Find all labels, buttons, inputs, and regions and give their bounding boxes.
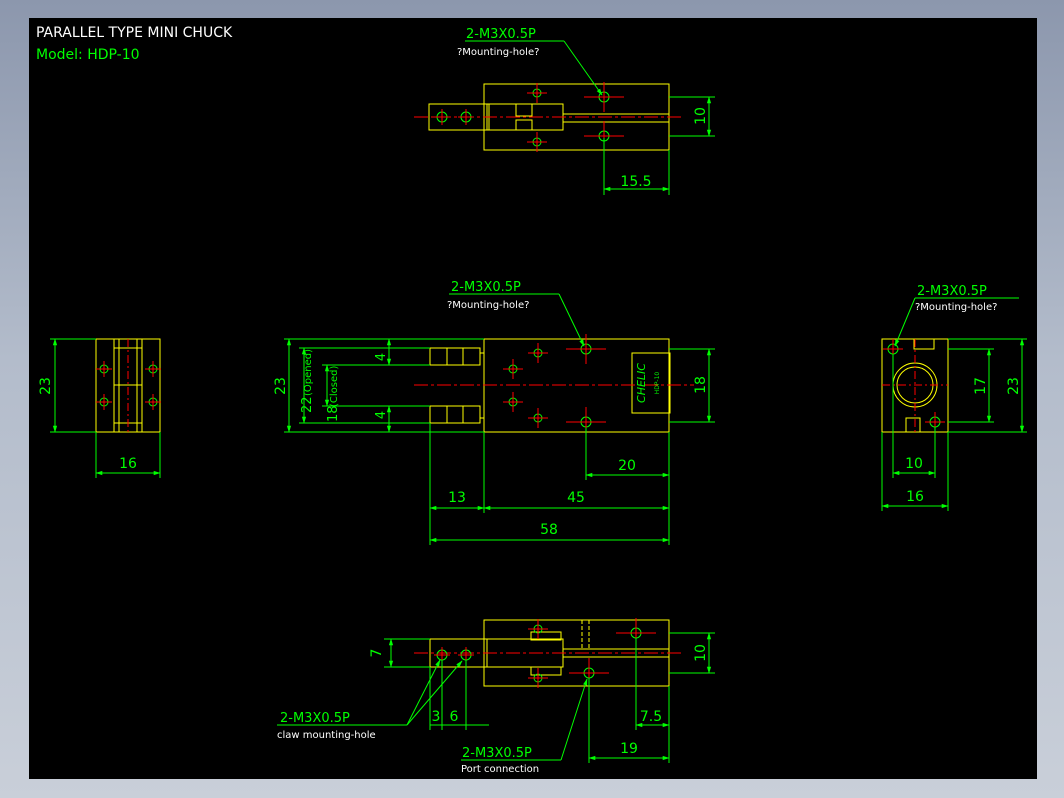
top-dim-15-5: 15.5 (620, 174, 651, 190)
opened-label: (Opened) (303, 349, 314, 396)
bottom-dim-6: 6 (450, 709, 459, 725)
right-dim-16: 16 (906, 489, 924, 505)
drawing-svg: PARALLEL TYPE MINI CHUCK Model: HDP-10 1… (36, 25, 1027, 775)
front-dim-4a: 4 (374, 353, 389, 361)
left-dim-23: 23 (38, 377, 54, 395)
label-plate: CHELIC HDP-10 (635, 363, 661, 403)
top-callout-note: ?Mounting-hole? (457, 47, 539, 58)
right-callout-spec: 2-M3X0.5P (917, 284, 987, 299)
front-callout-spec: 2-M3X0.5P (451, 280, 521, 295)
right-dim-10: 10 (905, 456, 923, 472)
front-dim-4b: 4 (374, 411, 389, 419)
left-side-view: 23 16 (38, 338, 161, 478)
front-dim-20: 20 (618, 458, 636, 474)
claw-callout-note: claw mounting-hole (277, 730, 376, 741)
bottom-dim-10: 10 (693, 644, 709, 662)
right-dim-23: 23 (1006, 377, 1022, 395)
bottom-dim-7-5: 7.5 (640, 709, 662, 725)
top-dim-10: 10 (693, 107, 709, 125)
front-dim-13: 13 (448, 490, 466, 506)
bottom-dim-19: 19 (620, 741, 638, 757)
front-dim-58: 58 (540, 522, 558, 538)
front-view: CHELIC HDP-10 23 22 (Opened) 18 (Closed)… (273, 280, 715, 545)
drawing-title: PARALLEL TYPE MINI CHUCK (36, 25, 233, 41)
right-side-view: 17 23 10 16 2-M3X0.5P ?Mounting-hole? (881, 284, 1027, 511)
cad-drawing-canvas: PARALLEL TYPE MINI CHUCK Model: HDP-10 1… (29, 18, 1037, 779)
bottom-dim-7: 7 (369, 649, 385, 658)
label-plate-brand: CHELIC (635, 363, 648, 403)
right-dim-17: 17 (973, 377, 989, 395)
top-view: 10 15.5 2-M3X0.5P ?Mounting-hole? (414, 27, 715, 195)
port-callout-spec: 2-M3X0.5P (462, 746, 532, 761)
label-plate-model: HDP-10 (654, 372, 661, 395)
claw-callout-spec: 2-M3X0.5P (280, 711, 350, 726)
bottom-view: 7 10 3 6 7.5 19 2-M3X0.5P claw mounting-… (277, 618, 715, 775)
left-dim-16: 16 (119, 456, 137, 472)
model-label: Model: HDP-10 (36, 47, 140, 63)
front-callout-note: ?Mounting-hole? (447, 300, 529, 311)
closed-label: (Closed) (329, 366, 340, 407)
port-callout-note: Port connection (461, 764, 539, 775)
front-dim-23: 23 (273, 377, 289, 395)
front-dim-18: 18 (693, 376, 709, 394)
front-dim-45: 45 (567, 490, 585, 506)
bottom-dim-3: 3 (432, 709, 441, 725)
top-callout-spec: 2-M3X0.5P (466, 27, 536, 42)
right-callout-note: ?Mounting-hole? (915, 302, 997, 313)
front-dim-22: 22 (300, 396, 315, 413)
